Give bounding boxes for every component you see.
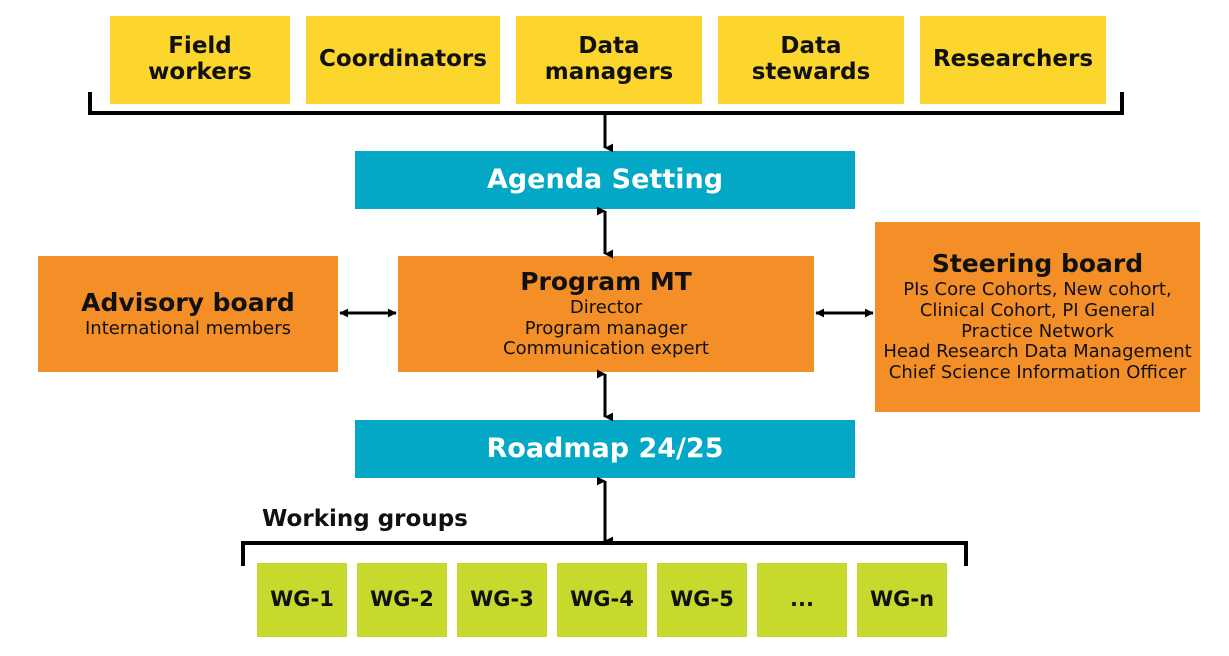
working-group-box-n[interactable]: WG-n [857,563,947,637]
stakeholder-label: Researchers [932,46,1094,73]
steering-board-title: Steering board [931,248,1144,278]
program-mt-title: Program MT [520,266,692,296]
working-group-label: WG-3 [470,587,534,612]
working-group-label: WG-4 [570,587,634,612]
advisory-board-title: Advisory board [81,287,295,317]
working-groups-caption: Working groups [262,506,468,532]
stakeholder-box-researchers[interactable]: Researchers [920,16,1106,104]
phase-label: Roadmap 24/25 [486,432,724,464]
working-group-box-3[interactable]: WG-3 [457,563,547,637]
board-box-steering[interactable]: Steering board PIs Core Cohorts, New coh… [875,222,1200,412]
working-group-box-2[interactable]: WG-2 [357,563,447,637]
phase-box-roadmap[interactable]: Roadmap 24/25 [355,420,855,478]
working-group-box-1[interactable]: WG-1 [257,563,347,637]
working-group-box-5[interactable]: WG-5 [657,563,747,637]
stakeholder-label: Data managers [544,33,674,85]
working-group-box-ellipsis[interactable]: ... [757,563,847,637]
stakeholder-label: Field workers [148,33,252,85]
board-box-program-mt[interactable]: Program MT Director Program manager Commun… [398,256,814,372]
stakeholder-box-data-stewards[interactable]: Data stewards [718,16,904,104]
board-box-advisory[interactable]: Advisory board International members [38,256,338,372]
advisory-board-members: International members [84,317,292,339]
phase-label: Agenda Setting [486,163,724,195]
program-mt-roles: Director Program manager Communication exp… [503,296,709,360]
phase-box-agenda-setting[interactable]: Agenda Setting [355,151,855,209]
working-group-label: WG-1 [270,587,334,612]
working-group-label: WG-5 [670,587,734,612]
working-group-label: WG-2 [370,587,434,612]
stakeholder-box-field-workers[interactable]: Field workers [110,16,290,104]
steering-board-members: PIs Core Cohorts, New cohort, Clinical Co… [883,278,1192,384]
stakeholder-label: Coordinators [319,46,487,73]
working-group-label: ... [790,587,814,612]
working-group-label: WG-n [869,587,935,612]
stakeholder-box-coordinators[interactable]: Coordinators [306,16,500,104]
stakeholder-label: Data stewards [751,33,871,85]
governance-diagram: Field workers Coordinators Data managers D… [0,0,1229,656]
working-group-box-4[interactable]: WG-4 [557,563,647,637]
stakeholder-box-data-managers[interactable]: Data managers [516,16,702,104]
